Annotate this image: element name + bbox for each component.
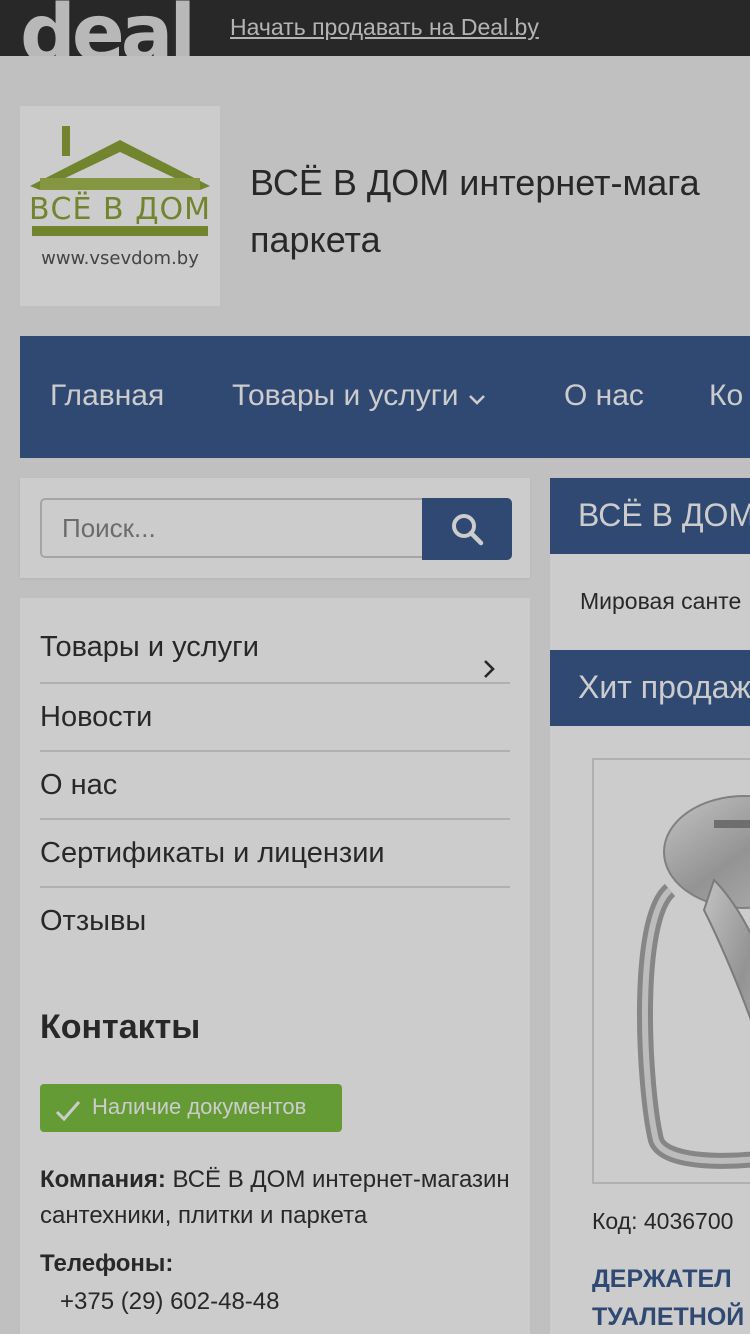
about-panel-text: Мировая санте [580, 588, 742, 614]
phone-number[interactable]: +375 (29) 602-48-48 [60, 1288, 280, 1316]
top-bar: deal Начать продавать на Deal.by [0, 0, 750, 56]
product-name-link[interactable]: ДЕРЖАТЕЛ ТУАЛЕТНОЙ [592, 1260, 744, 1334]
shop-logo[interactable]: ВСЁ В ДОМ www.vsevdom.by [20, 106, 220, 306]
logo-url: www.vsevdom.by [41, 248, 199, 269]
company-info: Компания: ВСЁ В ДОМ интернет-магазин сан… [40, 1162, 520, 1234]
sidebar-item-label: О нас [40, 769, 118, 801]
nav-item-label: Ко [709, 379, 744, 412]
nav-item-products[interactable]: Товары и услуги [232, 336, 487, 458]
start-selling-link[interactable]: Начать продавать на Deal.by [230, 14, 539, 41]
product-name-line-1: ДЕРЖАТЕЛ [592, 1265, 732, 1293]
shop-title-line-2: паркета [250, 219, 381, 260]
logo-name: ВСЁ В ДОМ [28, 192, 212, 227]
company-label: Компания: [40, 1166, 166, 1193]
deal-logo[interactable]: deal [20, 0, 192, 56]
sidebar-item-products[interactable]: Товары и услуги [40, 614, 510, 684]
sidebar-item-about[interactable]: О нас [40, 752, 510, 820]
shop-title-line-1: ВСЁ В ДОМ интернет-мага [250, 162, 700, 203]
product-image[interactable] [592, 758, 750, 1184]
shop-title: ВСЁ В ДОМ интернет-мага паркета [250, 154, 750, 268]
sidebar-item-news[interactable]: Новости [40, 684, 510, 752]
nav-item-label: Товары и услуги [232, 379, 459, 412]
nav-item-about[interactable]: О нас [564, 336, 644, 458]
sidebar-item-label: Товары и услуги [40, 631, 259, 663]
product-code: Код: 4036700 [592, 1208, 734, 1234]
sidebar-item-reviews[interactable]: Отзывы [40, 888, 510, 956]
nav-item-label: Главная [50, 379, 165, 412]
bestseller-panel-header: Хит продаж [550, 650, 750, 726]
contacts-heading: Контакты [40, 1008, 201, 1046]
sidebar-item-label: Новости [40, 701, 153, 733]
towel-holder-image [636, 795, 750, 1169]
about-panel-header: ВСЁ В ДОМ [550, 478, 750, 554]
sidebar: Товары и услуги Новости О нас Сертификат… [20, 598, 530, 1334]
nav-item-home[interactable]: Главная [50, 336, 164, 458]
documents-badge[interactable]: Наличие документов [40, 1084, 342, 1132]
phones-label: Телефоны: [40, 1250, 174, 1277]
nav-item-label: О нас [564, 379, 644, 412]
sidebar-menu: Товары и услуги Новости О нас Сертификат… [40, 614, 510, 956]
sidebar-item-label: Сертификаты и лицензии [40, 837, 385, 869]
checkmark-icon [54, 1094, 82, 1140]
main-content: ВСЁ В ДОМ Мировая санте Хит продаж Код: … [550, 478, 750, 1334]
search-panel [20, 478, 530, 578]
search-icon [452, 514, 484, 546]
documents-badge-label: Наличие документов [92, 1094, 307, 1119]
site-header: ВСЁ В ДОМ www.vsevdom.by ВСЁ В ДОМ интер… [0, 56, 750, 336]
chevron-down-icon [467, 337, 487, 457]
sidebar-item-label: Отзывы [40, 905, 147, 937]
search-button[interactable] [422, 498, 512, 560]
nav-item-contacts[interactable]: Ко [709, 336, 743, 458]
search-input[interactable] [40, 498, 424, 558]
sidebar-item-certificates[interactable]: Сертификаты и лицензии [40, 820, 510, 888]
product-name-line-2: ТУАЛЕТНОЙ [592, 1303, 745, 1331]
main-nav: Главная Товары и услуги О нас Ко [20, 336, 750, 458]
